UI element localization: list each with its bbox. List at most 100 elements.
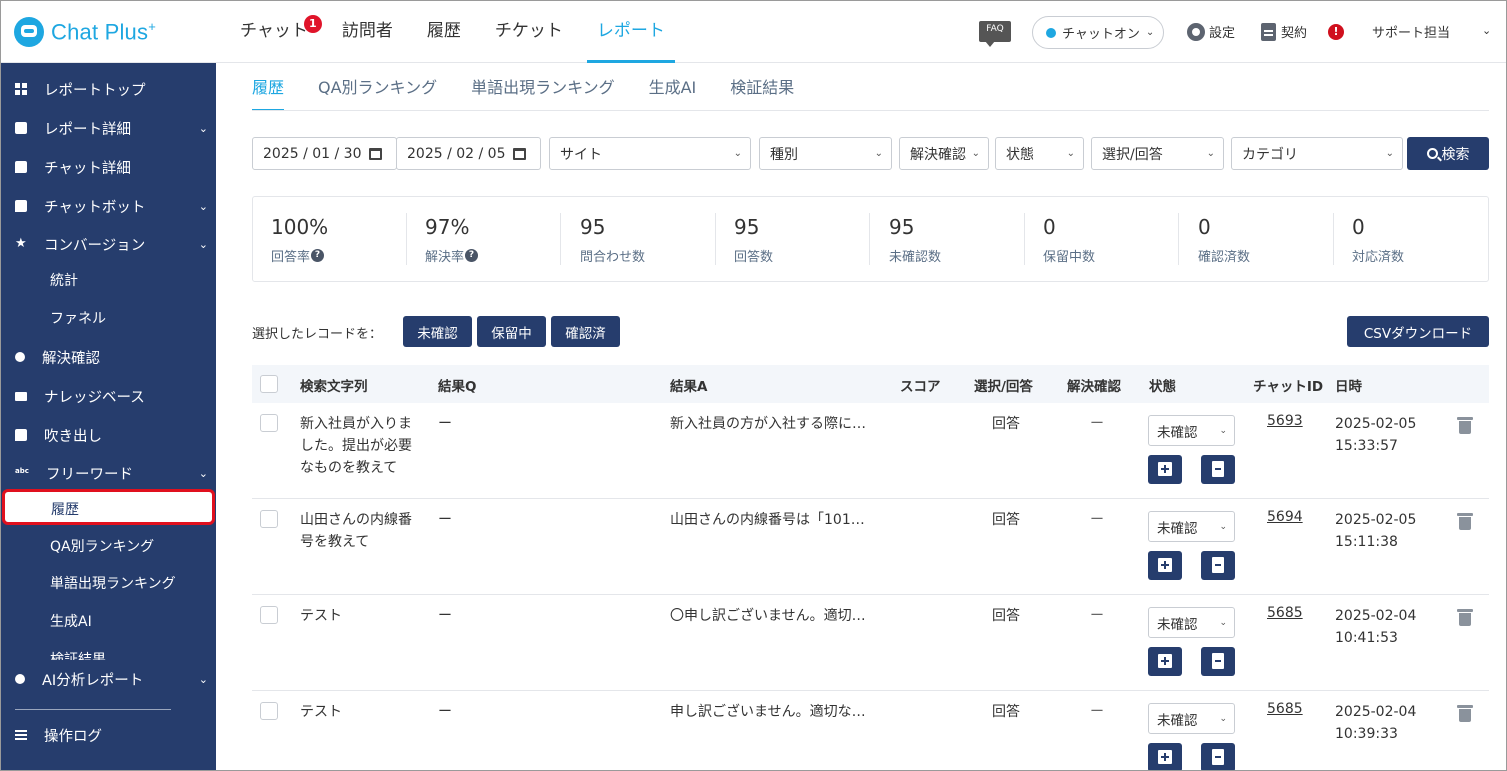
add-knowledge-button[interactable] [1148,551,1182,580]
user-chevron-down-icon[interactable]: ⌄ [1482,24,1491,37]
row-resolution: ー [1090,512,1104,528]
stat-value: 0 [1043,215,1056,239]
row-state-select[interactable]: 未確認 ⌄ [1148,511,1235,542]
app-logo[interactable]: Chat Plus+ [14,16,156,48]
settings-link[interactable]: 設定 [1187,22,1235,41]
trash-icon[interactable] [1457,609,1473,626]
contract-link[interactable]: 契約 [1261,22,1307,41]
nav-visitors[interactable]: 訪問者 [342,0,393,63]
nav-chat-label: チャット [240,21,308,41]
row-chat-id-link[interactable]: 5694 [1267,509,1303,525]
chevron-down-icon: ⌄ [874,148,883,159]
sidebar-item-knowledge-base[interactable]: ナレッジベース [0,377,216,415]
resolution-select[interactable]: 解決確認 ⌄ [899,137,989,170]
add-knowledge-button[interactable] [1148,743,1182,771]
stat-value: 95 [580,215,606,239]
sidebar-item-report-detail[interactable]: レポート詳細 ⌄ [0,109,216,147]
tab-verification[interactable]: 検証結果 [730,63,794,111]
sidebar-item-chat-detail[interactable]: チャット詳細 [0,148,216,186]
mark-confirmed-button[interactable]: 確認済 [551,316,620,347]
row-checkbox[interactable] [260,510,278,528]
help-icon[interactable]: ? [465,249,479,262]
stat-label: 解決率 [425,250,465,265]
faq-icon[interactable]: FAQ [979,21,1011,47]
search-button[interactable]: 検索 [1407,137,1489,170]
sidebar-item-chatbot[interactable]: チャットボット ⌄ [0,187,216,225]
csv-download-button[interactable]: CSVダウンロード [1347,316,1489,347]
add-knowledge-button[interactable] [1148,647,1182,676]
help-icon[interactable]: ? [311,249,325,262]
sidebar-subitem-statistics[interactable]: 統計 [50,270,78,290]
row-state-select[interactable]: 未確認 ⌄ [1148,415,1235,446]
category-select[interactable]: カテゴリ ⌄ [1231,137,1403,170]
trash-icon[interactable] [1457,513,1473,530]
add-document-button[interactable] [1201,743,1235,771]
state-select[interactable]: 状態 ⌄ [995,137,1084,170]
settings-label: 設定 [1209,26,1236,41]
sidebar-subitem-qa-ranking[interactable]: QA別ランキング [50,536,154,556]
sidebar-subitem-history-selected[interactable]: 履歴 [2,489,215,525]
add-knowledge-button[interactable] [1148,455,1182,484]
sidebar-item-bubble[interactable]: 吹き出し [0,416,216,454]
contract-label: 契約 [1281,26,1308,41]
nav-history[interactable]: 履歴 [427,0,461,63]
top-nav: チャット 1 訪問者 履歴 チケット レポート [240,0,699,63]
row-chat-id-link[interactable]: 5685 [1267,701,1303,717]
kind-select[interactable]: 種別 ⌄ [759,137,892,170]
select-answer-select[interactable]: 選択/回答 ⌄ [1091,137,1224,170]
sidebar-item-conversion[interactable]: ★ コンバージョン ⌄ [0,225,216,263]
chat-status-dropdown[interactable]: チャットオン ⌄ [1032,16,1164,49]
sidebar-subitem-generative-ai[interactable]: 生成AI [50,611,92,631]
date-from-input[interactable]: 2025 / 01 / 30 [252,137,397,170]
row-result-a: 新入社員の方が入社する際に… [670,416,866,432]
sidebar-item-report-top[interactable]: レポートトップ [0,70,216,108]
site-select[interactable]: サイト ⌄ [549,137,751,170]
row-chat-id-link[interactable]: 5693 [1267,413,1303,429]
chevron-down-icon: ⌄ [1066,148,1075,159]
sidebar-subitem-funnel[interactable]: ファネル [50,308,106,328]
mark-pending-button[interactable]: 保留中 [477,316,546,347]
row-date: 2025-02-05 [1335,416,1417,432]
trash-icon[interactable] [1457,705,1473,722]
nav-ticket[interactable]: チケット [495,0,563,63]
sidebar-item-resolution[interactable]: 解決確認 [0,338,216,376]
add-box-icon [1158,462,1172,476]
sidebar-subitem-word-ranking[interactable]: 単語出現ランキング [50,573,176,593]
row-time: 15:33:57 [1335,438,1398,454]
chevron-down-icon: ⌄ [198,199,208,213]
tab-word-ranking[interactable]: 単語出現ランキング [471,63,615,111]
nav-report[interactable]: レポート [586,0,675,63]
date-to-input[interactable]: 2025 / 02 / 05 [396,137,541,170]
select-all-checkbox[interactable] [260,375,278,393]
sidebar-item-operation-log[interactable]: 操作ログ [0,716,216,754]
row-checkbox[interactable] [260,702,278,720]
tab-generative-ai[interactable]: 生成AI [649,63,697,111]
file-add-icon [1212,557,1224,573]
nav-history-label: 履歴 [426,21,461,41]
add-document-button[interactable] [1201,647,1235,676]
row-chat-id-link[interactable]: 5685 [1267,605,1303,621]
trash-icon[interactable] [1457,417,1473,434]
chevron-down-icon: ⌄ [198,466,208,480]
tab-history[interactable]: 履歴 [252,63,285,111]
mark-unconfirmed-button[interactable]: 未確認 [403,316,472,347]
row-checkbox[interactable] [260,606,278,624]
add-document-button[interactable] [1201,551,1235,580]
sidebar-item-ai-analysis[interactable]: AI分析レポート ⌄ [0,660,216,698]
row-checkbox[interactable] [260,414,278,432]
gear-icon [1187,22,1205,41]
chatplus-logo-icon [14,17,44,47]
row-resolution: ー [1090,704,1104,720]
chevron-down-icon: ⌄ [1206,148,1215,159]
nav-chat[interactable]: チャット 1 [240,0,322,63]
user-name[interactable]: サポート担当 [1372,22,1450,41]
report-tabs: 履歴 QA別ランキング 単語出現ランキング 生成AI 検証結果 [252,63,828,111]
row-resolution: ー [1090,416,1104,432]
row-state-select[interactable]: 未確認 ⌄ [1148,607,1235,638]
row-state-select[interactable]: 未確認 ⌄ [1148,703,1235,734]
row-date: 2025-02-04 [1335,608,1417,624]
alert-icon[interactable]: ! [1328,24,1344,40]
tab-qa-ranking[interactable]: QA別ランキング [318,63,437,111]
sidebar-item-freeword[interactable]: abc フリーワード ⌄ [0,454,216,492]
add-document-button[interactable] [1201,455,1235,484]
